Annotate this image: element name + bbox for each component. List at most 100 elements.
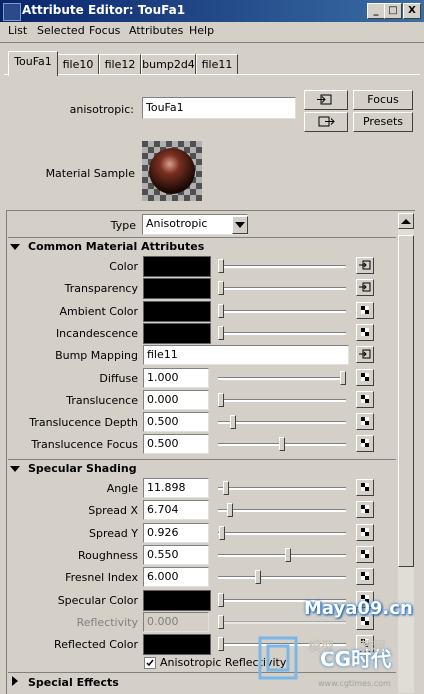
reflected-color-slider-thumb[interactable] [218, 637, 224, 652]
section-common-material[interactable]: Common Material Attributes [10, 239, 390, 255]
tab-file11[interactable]: file11 [196, 54, 238, 74]
ambient-color-label: Ambient Color [59, 304, 138, 318]
angle-slider-thumb[interactable] [223, 481, 229, 495]
incandescence-slider-thumb[interactable] [218, 325, 224, 340]
incandescence-slider-track[interactable] [218, 331, 346, 335]
menu-attributes[interactable]: Attributes [129, 24, 183, 37]
node-name-field[interactable]: TouFa1 [142, 97, 296, 119]
fresnel-index-map-button[interactable] [356, 568, 374, 586]
diffuse-slider-track[interactable] [218, 376, 346, 380]
roughness-map-button[interactable] [356, 545, 374, 563]
translucence-focus-field[interactable]: 0.500 [143, 434, 209, 455]
fresnel-index-slider-thumb[interactable] [255, 570, 261, 585]
transparency-slider-track[interactable] [218, 287, 346, 291]
close-button[interactable]: X [403, 3, 421, 19]
spread-x-slider-thumb[interactable] [227, 503, 233, 518]
bump-mapping-field[interactable]: file11 [143, 345, 349, 366]
translucence-depth-slider-thumb[interactable] [230, 415, 236, 430]
scroll-up-button[interactable] [398, 213, 414, 229]
diffuse-map-button[interactable] [356, 368, 374, 386]
angle-map-button[interactable] [356, 479, 374, 496]
ambient-color-map-button[interactable] [356, 301, 374, 319]
menu-focus[interactable]: Focus [89, 24, 120, 37]
spread-y-slider-track[interactable] [218, 531, 346, 535]
menu-help[interactable]: Help [189, 24, 214, 37]
arrow-in-icon [359, 349, 371, 359]
tab-toufa1[interactable]: TouFa1 [8, 51, 58, 76]
input-connection-button[interactable] [304, 90, 348, 110]
type-dropdown-arrow[interactable] [232, 216, 248, 234]
focus-button[interactable]: Focus [353, 90, 413, 110]
node-name-label: anisotropic: [69, 103, 134, 116]
ambient-color-swatch[interactable] [143, 300, 211, 322]
roughness-label: Roughness [77, 548, 138, 562]
roughness-slider-track[interactable] [218, 553, 346, 557]
translucence-focus-map-button[interactable] [356, 435, 374, 453]
material-sample-label: Material Sample [45, 167, 135, 180]
presets-button[interactable]: Presets [353, 112, 413, 132]
transparency-map-button[interactable] [356, 279, 374, 297]
color-swatch[interactable] [143, 256, 211, 277]
maya-app-icon [3, 3, 21, 21]
output-connection-button[interactable] [304, 112, 348, 132]
specular-color-swatch[interactable] [143, 589, 211, 611]
menu-list[interactable]: List [8, 24, 27, 37]
fresnel-index-slider-track[interactable] [218, 576, 346, 580]
color-label: Color [109, 260, 138, 273]
translucence-slider-thumb[interactable] [218, 392, 224, 407]
window-title: Attribute Editor: TouFa1 [22, 3, 186, 17]
angle-field[interactable]: 11.898 [143, 478, 209, 498]
transparency-slider-thumb[interactable] [218, 281, 224, 296]
arrow-in-icon [359, 282, 371, 292]
spread-y-map-button[interactable] [356, 523, 374, 541]
incandescence-map-button[interactable] [356, 323, 374, 341]
diffuse-label: Diffuse [99, 371, 138, 385]
diffuse-slider-thumb[interactable] [340, 370, 346, 385]
tab-file10[interactable]: file10 [57, 54, 99, 74]
checker-map-icon [361, 572, 369, 581]
color-map-button[interactable] [356, 257, 374, 274]
spread-x-slider-track[interactable] [218, 509, 346, 513]
expand-triangle-icon [12, 676, 18, 686]
roughness-field[interactable]: 0.550 [143, 544, 209, 565]
incandescence-swatch[interactable] [143, 322, 211, 344]
checker-map-icon [361, 305, 369, 314]
anisotropic-reflectivity-checkbox[interactable] [144, 657, 156, 669]
angle-slider-track[interactable] [218, 487, 346, 490]
reflectivity-slider-track[interactable] [218, 620, 346, 624]
translucence-depth-slider-track[interactable] [218, 421, 346, 425]
specular-color-slider-thumb[interactable] [218, 592, 224, 607]
reflected-color-swatch[interactable] [143, 634, 211, 656]
reflectivity-label: Reflectivity [76, 615, 138, 629]
translucence-slider-track[interactable] [218, 398, 346, 402]
transparency-swatch[interactable] [143, 278, 211, 300]
type-label: Type [110, 219, 136, 232]
minimize-button[interactable]: _ [367, 3, 385, 19]
bump-mapping-map-button[interactable] [356, 346, 374, 364]
section-specular-shading[interactable]: Specular Shading [10, 461, 390, 477]
translucence-map-button[interactable] [356, 390, 374, 408]
scroll-thumb[interactable] [398, 235, 414, 567]
spread-y-slider-thumb[interactable] [219, 525, 225, 540]
section-special-title: Special Effects [28, 676, 119, 689]
tab-file12[interactable]: file12 [99, 54, 141, 74]
checker-map-icon [361, 417, 369, 426]
ambient-color-slider-thumb[interactable] [218, 303, 224, 318]
spread-x-field[interactable]: 6.704 [143, 500, 209, 521]
menu-selected[interactable]: Selected [37, 24, 85, 37]
tab-bump2d4[interactable]: bump2d4 [141, 54, 196, 74]
diffuse-field[interactable]: 1.000 [143, 367, 209, 388]
section-divider [8, 459, 396, 460]
fresnel-index-field[interactable]: 6.000 [143, 567, 209, 588]
spread-y-field[interactable]: 0.926 [143, 522, 209, 543]
color-slider-track[interactable] [218, 265, 346, 268]
translucence-focus-slider-thumb[interactable] [279, 437, 285, 452]
roughness-slider-thumb[interactable] [285, 547, 291, 562]
translucence-depth-field[interactable]: 0.500 [143, 412, 209, 433]
translucence-depth-map-button[interactable] [356, 413, 374, 431]
spread-x-map-button[interactable] [356, 501, 374, 519]
color-slider-thumb[interactable] [218, 259, 224, 273]
maximize-button[interactable]: □ [384, 3, 402, 19]
translucence-field[interactable]: 0.000 [143, 389, 209, 410]
ambient-color-slider-track[interactable] [218, 309, 346, 313]
